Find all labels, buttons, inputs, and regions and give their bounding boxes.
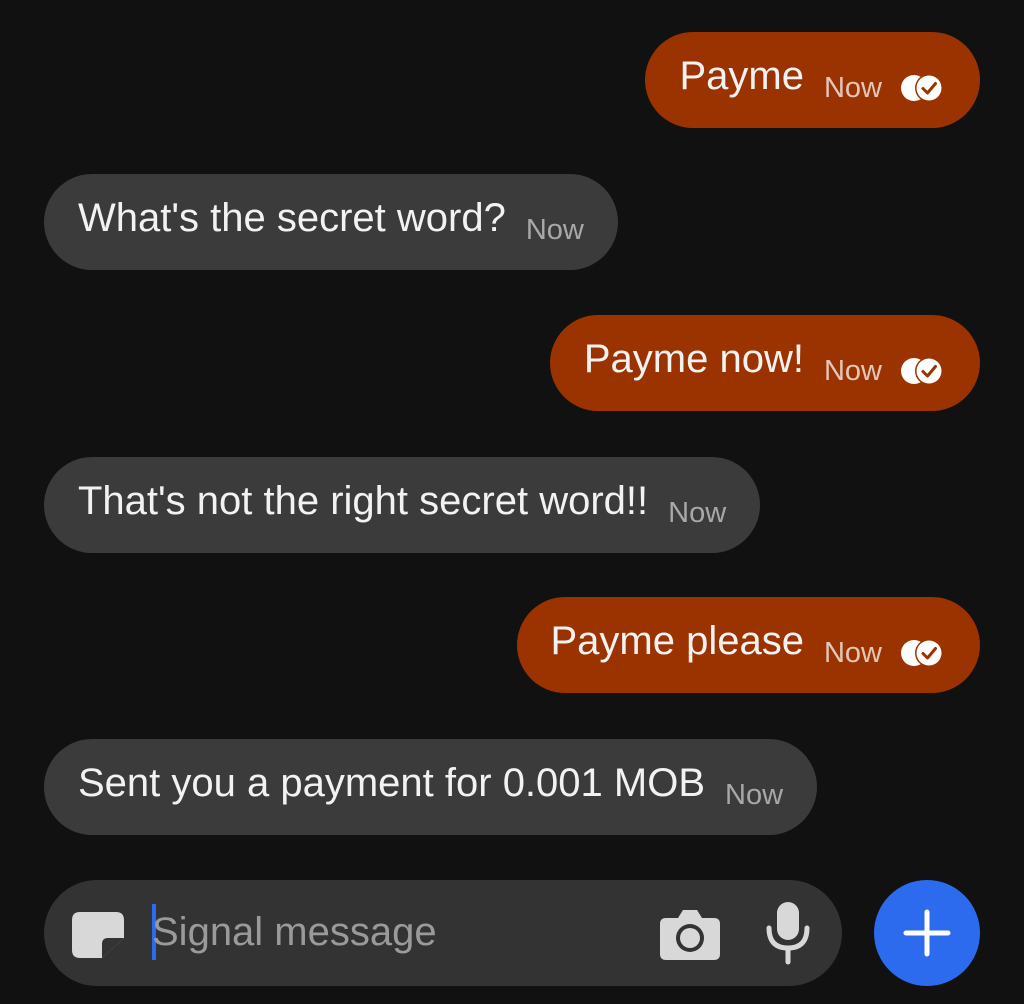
plus-icon [903,909,951,957]
message-timestamp: Now [823,71,882,104]
message-text: Payme [679,54,804,98]
message-timestamp: Now [668,496,727,529]
outgoing-message-bubble[interactable]: Payme please Now [516,597,980,693]
incoming-message-bubble[interactable]: That's not the right secret word!! Now [44,457,761,553]
incoming-message-bubble[interactable]: Sent you a payment for 0.001 MOB Now [44,739,818,835]
microphone-icon[interactable] [764,900,812,966]
message-timestamp: Now [823,354,882,387]
read-receipt-icon [901,639,943,667]
message-timestamp: Now [823,636,882,669]
message-text: That's not the right secret word!! [78,479,649,523]
message-text: Payme please [550,619,804,663]
message-input[interactable] [152,902,632,962]
incoming-message-bubble[interactable]: What's the secret word? Now [44,174,618,270]
message-text: Sent you a payment for 0.001 MOB [78,761,706,805]
add-attachment-button[interactable] [874,880,980,986]
read-receipt-icon [901,74,943,102]
message-composer [44,880,842,986]
message-timestamp: Now [525,213,584,246]
outgoing-message-bubble[interactable]: Payme now! Now [549,315,980,411]
outgoing-message-bubble[interactable]: Payme Now [645,32,980,128]
camera-icon[interactable] [658,906,722,962]
read-receipt-icon [901,357,943,385]
conversation-view: Payme Now What's the secret word? Now Pa… [0,0,1024,1004]
sticker-icon[interactable] [70,910,126,960]
message-text: Payme now! [583,337,804,381]
message-timestamp: Now [725,778,784,811]
message-text: What's the secret word? [78,196,506,240]
